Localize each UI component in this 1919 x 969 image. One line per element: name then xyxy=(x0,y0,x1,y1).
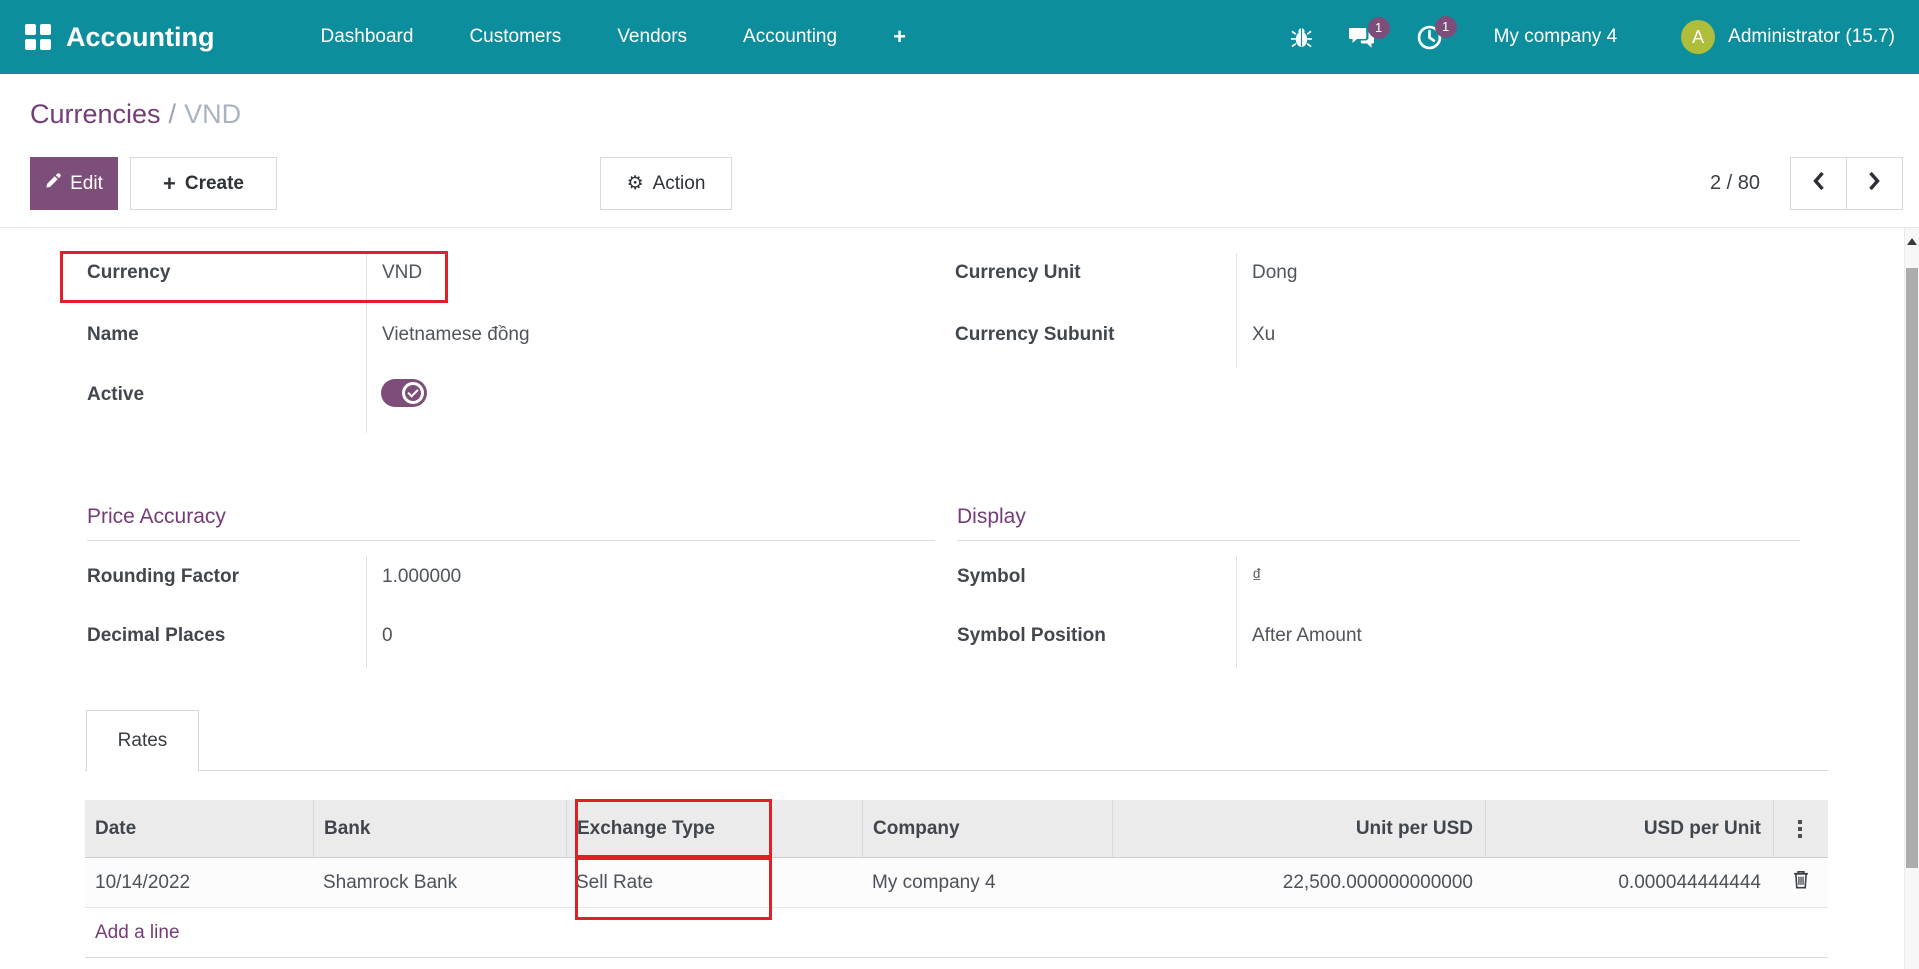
messages-icon[interactable]: 1 xyxy=(1348,26,1375,49)
chevron-right-icon xyxy=(1868,171,1881,197)
user-menu[interactable]: Administrator (15.7) xyxy=(1728,26,1895,48)
symbol-position-value: After Amount xyxy=(1252,625,1362,647)
chevron-left-icon xyxy=(1812,171,1825,197)
company-switcher[interactable]: My company 4 xyxy=(1494,26,1618,48)
apps-menu-icon[interactable] xyxy=(25,24,51,50)
debug-bug-icon[interactable] xyxy=(1291,25,1312,49)
column-header-company[interactable]: Company xyxy=(862,800,1112,857)
rounding-factor-value: 1.000000 xyxy=(382,566,461,588)
main-menu: Dashboard Customers Vendors Accounting + xyxy=(321,24,906,50)
column-header-exchange-type[interactable]: Exchange Type xyxy=(566,800,862,857)
field-separator-line xyxy=(366,253,367,433)
name-label: Name xyxy=(87,324,139,346)
breadcrumb-currencies-link[interactable]: Currencies xyxy=(30,99,161,129)
cell-bank: Shamrock Bank xyxy=(313,858,566,907)
display-section-title: Display xyxy=(957,505,1026,529)
add-a-line-link[interactable]: Add a line xyxy=(95,922,180,944)
rates-table-header: Date Bank Exchange Type Company Unit per… xyxy=(85,800,1828,858)
cell-date: 10/14/2022 xyxy=(85,858,313,907)
app-name[interactable]: Accounting xyxy=(66,22,215,53)
section-underline xyxy=(87,540,935,541)
currency-subunit-label: Currency Subunit xyxy=(955,324,1114,346)
plus-menu-icon[interactable]: + xyxy=(893,24,906,50)
check-circle-icon xyxy=(402,382,424,404)
activities-badge: 1 xyxy=(1435,16,1457,38)
column-header-date[interactable]: Date xyxy=(85,800,313,857)
plus-icon: + xyxy=(163,173,176,195)
decimal-places-label: Decimal Places xyxy=(87,625,225,647)
symbol-value: ₫ xyxy=(1252,566,1262,588)
field-separator-line xyxy=(1236,253,1237,368)
top-navbar: Accounting Dashboard Customers Vendors A… xyxy=(0,0,1919,74)
kebab-menu-icon[interactable] xyxy=(1798,820,1802,838)
field-separator-line xyxy=(1236,556,1237,668)
menu-vendors[interactable]: Vendors xyxy=(617,26,687,48)
action-button-label: Action xyxy=(653,173,706,195)
name-value: Vietnamese đồng xyxy=(382,324,530,346)
rounding-factor-label: Rounding Factor xyxy=(87,566,239,588)
tab-rates[interactable]: Rates xyxy=(86,710,199,771)
messages-badge: 1 xyxy=(1368,17,1390,39)
active-toggle[interactable] xyxy=(381,379,427,407)
column-options-cell xyxy=(1773,800,1828,857)
field-separator-line xyxy=(366,556,367,668)
pencil-icon xyxy=(45,173,61,195)
price-accuracy-section-title: Price Accuracy xyxy=(87,505,226,529)
cell-unit-per-usd: 22,500.000000000000 xyxy=(1112,858,1485,907)
pager-value[interactable]: 2 / 80 xyxy=(1630,157,1760,210)
breadcrumb-divider: / xyxy=(161,99,185,129)
menu-customers[interactable]: Customers xyxy=(469,26,561,48)
cell-usd-per-unit: 0.000044444444 xyxy=(1485,858,1773,907)
create-button[interactable]: + Create xyxy=(130,157,277,210)
symbol-label: Symbol xyxy=(957,566,1026,588)
active-label: Active xyxy=(87,384,144,406)
decimal-places-value: 0 xyxy=(382,625,393,647)
breadcrumb-current: VND xyxy=(184,99,241,129)
activities-clock-icon[interactable]: 1 xyxy=(1417,25,1442,50)
symbol-position-label: Symbol Position xyxy=(957,625,1106,647)
edit-button-label: Edit xyxy=(70,173,103,195)
create-button-label: Create xyxy=(185,173,244,195)
add-line-row: Add a line xyxy=(85,908,1828,958)
action-button[interactable]: ⚙ Action xyxy=(600,157,732,210)
currency-value: VND xyxy=(382,262,422,284)
currency-unit-label: Currency Unit xyxy=(955,262,1081,284)
section-underline xyxy=(957,540,1800,541)
scrollbar-up-arrow-icon[interactable] xyxy=(1907,238,1917,245)
currency-label: Currency xyxy=(87,262,170,284)
currency-unit-value: Dong xyxy=(1252,262,1297,284)
gear-icon: ⚙ xyxy=(627,174,644,193)
odoo-accounting-window: Accounting Dashboard Customers Vendors A… xyxy=(0,0,1919,969)
menu-dashboard[interactable]: Dashboard xyxy=(321,26,414,48)
pager-previous-button[interactable] xyxy=(1790,157,1847,210)
cell-company: My company 4 xyxy=(862,858,1112,907)
pager-next-button[interactable] xyxy=(1846,157,1903,210)
rates-table-row[interactable]: 10/14/2022 Shamrock Bank Sell Rate My co… xyxy=(85,858,1828,908)
tab-baseline xyxy=(85,770,1828,771)
trash-icon[interactable] xyxy=(1793,870,1809,895)
user-avatar[interactable]: A xyxy=(1681,20,1715,54)
vertical-scrollbar-thumb[interactable] xyxy=(1906,268,1918,868)
panel-divider xyxy=(0,227,1919,228)
column-header-bank[interactable]: Bank xyxy=(313,800,566,857)
currency-subunit-value: Xu xyxy=(1252,324,1275,346)
column-header-usd-per-unit[interactable]: USD per Unit xyxy=(1485,800,1773,857)
cell-actions xyxy=(1773,858,1828,907)
column-header-unit-per-usd[interactable]: Unit per USD xyxy=(1112,800,1485,857)
edit-button[interactable]: Edit xyxy=(30,157,118,210)
breadcrumb: Currencies/VND xyxy=(30,99,241,130)
menu-accounting[interactable]: Accounting xyxy=(743,26,837,48)
cell-exchange-type: Sell Rate xyxy=(566,858,862,907)
